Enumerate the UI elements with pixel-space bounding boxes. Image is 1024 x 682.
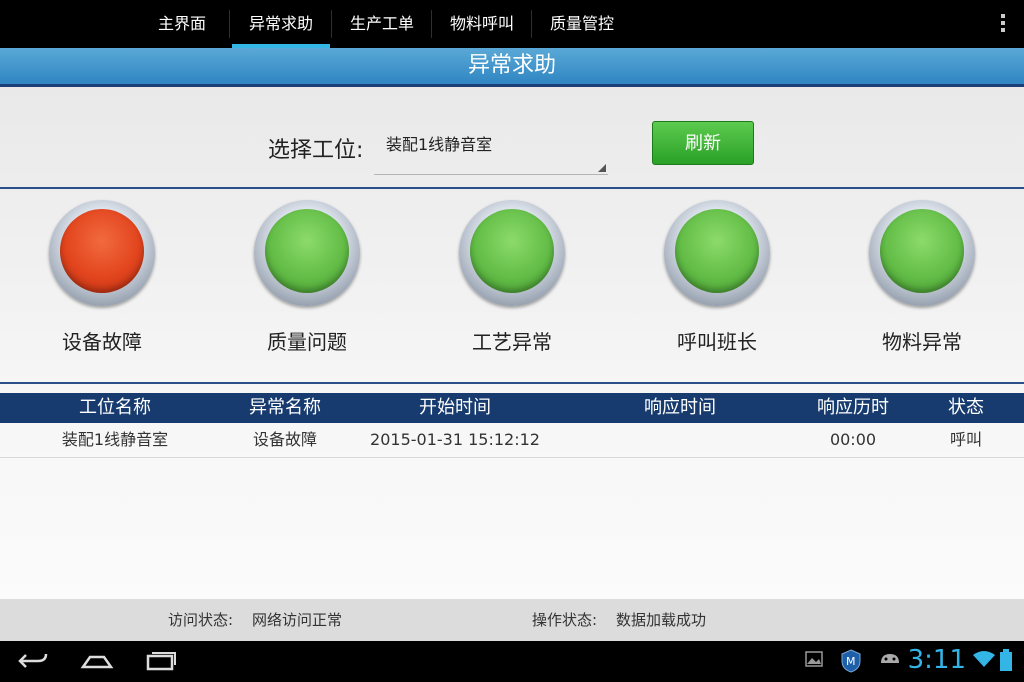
- column-header: 工位名称: [79, 397, 151, 418]
- page-title: 异常求助: [0, 48, 1024, 87]
- dropdown-arrow-icon: [598, 164, 606, 172]
- column-header: 异常名称: [249, 397, 321, 418]
- tab-exception-help[interactable]: 异常求助: [232, 0, 330, 48]
- battery-icon: [1000, 649, 1012, 671]
- tab-material-call[interactable]: 物料呼叫: [434, 0, 530, 48]
- status-bar: 访问状态: 网络访问正常 操作状态: 数据加载成功: [0, 599, 1024, 641]
- table-header: 工位名称 异常名称 开始时间 响应时间 响应历时 状态: [0, 393, 1024, 423]
- operation-status-value: 数据加载成功: [616, 611, 707, 629]
- main-content: 选择工位: 装配1线静音室 刷新 设备故障 质量问题 工艺异常 呼叫班长 物料异…: [0, 87, 1024, 599]
- cell-station: 装配1线静音室: [61, 430, 169, 449]
- tab-separator: [229, 10, 230, 38]
- tab-separator: [531, 10, 532, 38]
- status-lamp-icon[interactable]: [664, 200, 770, 306]
- clock: 3:11: [907, 645, 966, 675]
- status-lamp-icon[interactable]: [869, 200, 975, 306]
- cell-start-time: 2015-01-31 15:12:12: [370, 430, 540, 449]
- call-button-quality-issue[interactable]: 质量问题: [252, 200, 362, 355]
- top-tab-bar: 主界面 异常求助 生产工单 物料呼叫 质量管控: [0, 0, 1024, 48]
- divider: [0, 187, 1024, 189]
- divider: [0, 382, 1024, 384]
- station-select-label: 选择工位:: [268, 138, 364, 163]
- cell-status: 呼叫: [949, 430, 982, 449]
- svg-text:M: M: [846, 655, 856, 668]
- access-status-label: 访问状态:: [168, 611, 234, 629]
- cell-exception: 设备故障: [252, 430, 317, 449]
- overflow-menu-icon[interactable]: [1000, 14, 1006, 34]
- home-icon[interactable]: [80, 649, 114, 673]
- shield-icon: M: [841, 649, 861, 673]
- android-debug-icon: [881, 654, 899, 663]
- recent-apps-icon[interactable]: [144, 649, 178, 673]
- call-button-call-supervisor[interactable]: 呼叫班长: [662, 200, 772, 355]
- tab-separator: [331, 10, 332, 38]
- tab-main[interactable]: 主界面: [140, 0, 224, 48]
- column-header: 状态: [948, 397, 984, 418]
- station-select-value: 装配1线静音室: [386, 135, 493, 154]
- column-header: 响应时间: [644, 397, 716, 418]
- call-button-equipment-fault[interactable]: 设备故障: [47, 200, 157, 355]
- tab-quality-control[interactable]: 质量管控: [534, 0, 630, 48]
- tab-production-order[interactable]: 生产工单: [334, 0, 430, 48]
- operation-status-label: 操作状态:: [532, 611, 598, 629]
- back-icon[interactable]: [16, 649, 50, 673]
- refresh-button[interactable]: 刷新: [652, 121, 754, 165]
- access-status-value: 网络访问正常: [252, 611, 343, 629]
- cell-response-duration: 00:00: [829, 430, 877, 449]
- column-header: 响应历时: [817, 397, 889, 418]
- column-header: 开始时间: [419, 397, 491, 418]
- call-button-material-exception[interactable]: 物料异常: [867, 200, 977, 355]
- system-nav-bar: M 3:11: [0, 641, 1024, 682]
- status-lamp-icon[interactable]: [254, 200, 360, 306]
- alarm-lamp-icon[interactable]: [49, 200, 155, 306]
- station-select[interactable]: 装配1线静音室: [374, 131, 608, 175]
- status-lamp-icon[interactable]: [459, 200, 565, 306]
- table-row[interactable]: 装配1线静音室 设备故障 2015-01-31 15:12:12 00:00 呼…: [0, 423, 1024, 458]
- image-notification-icon: [805, 651, 823, 667]
- call-button-process-exception[interactable]: 工艺异常: [457, 200, 567, 355]
- wifi-icon: [973, 651, 995, 667]
- tab-separator: [431, 10, 432, 38]
